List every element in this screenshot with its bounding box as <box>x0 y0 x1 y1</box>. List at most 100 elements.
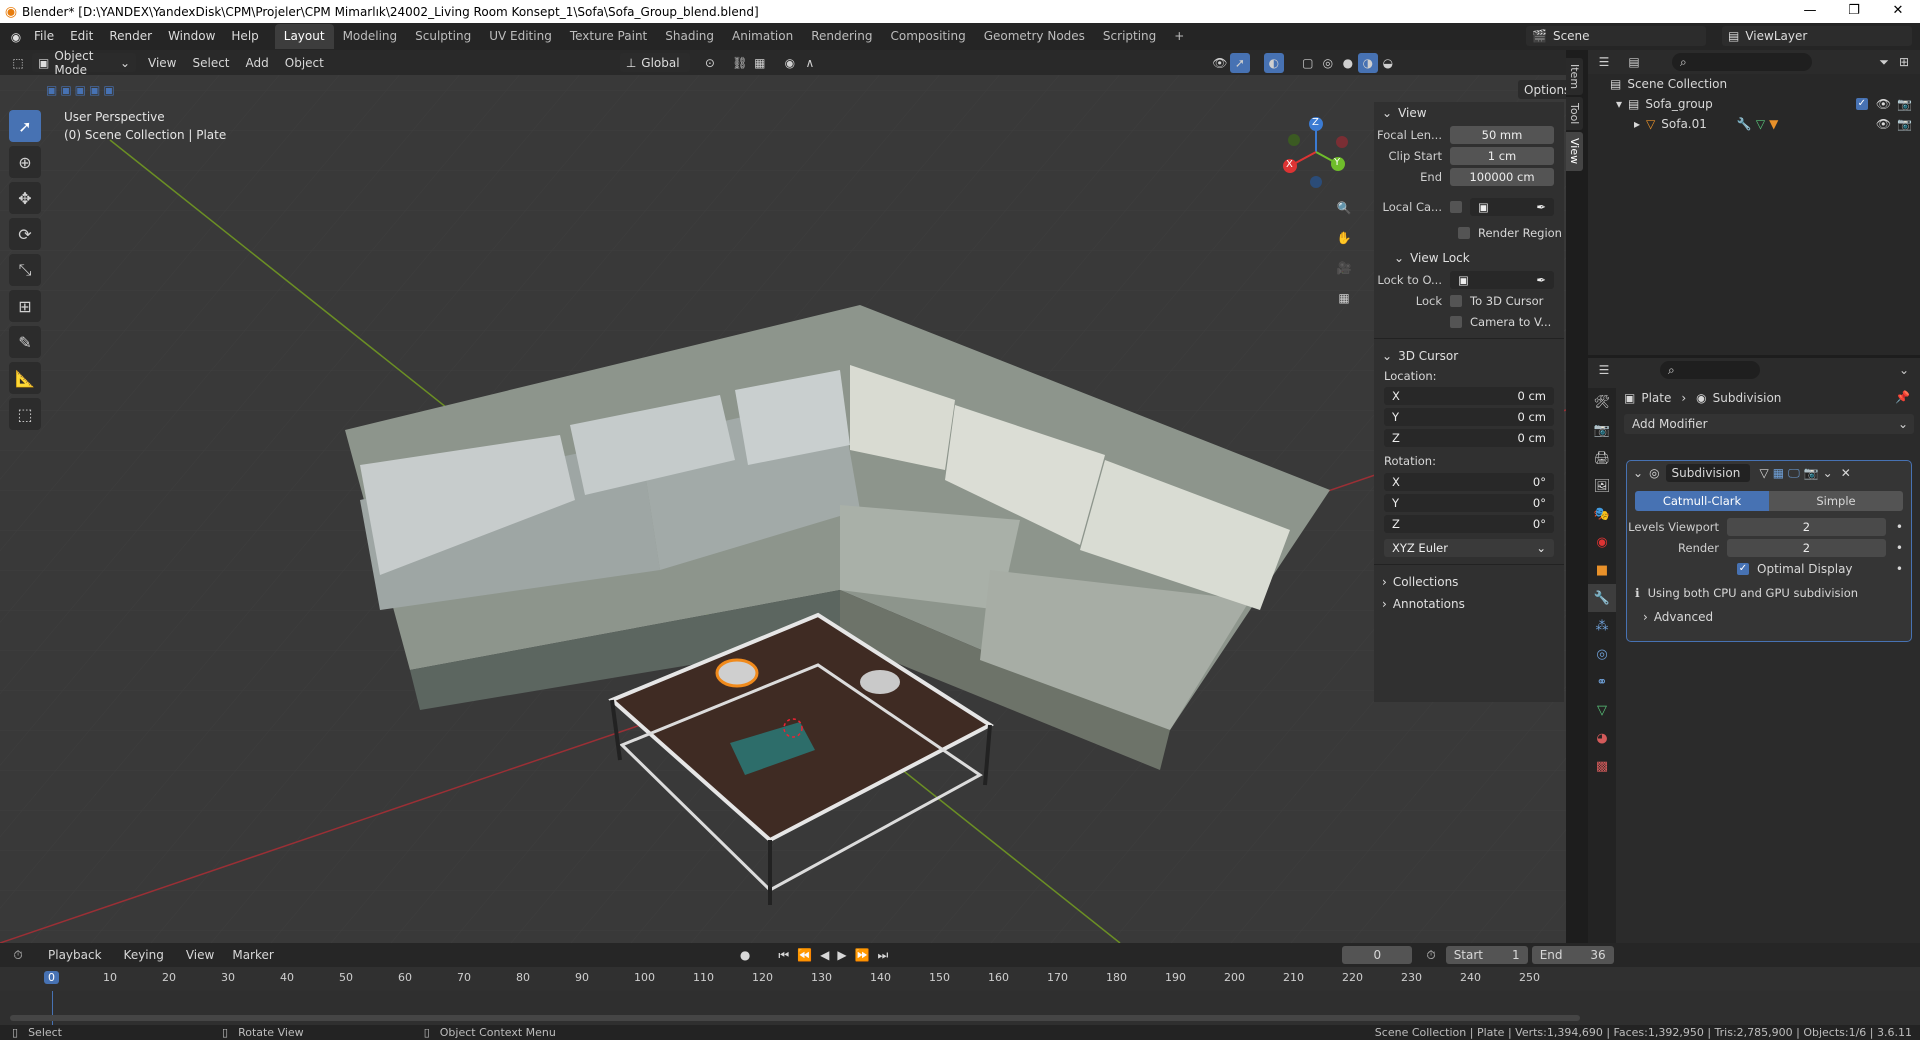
select-box-icon[interactable]: ▣▣▣▣▣ <box>46 80 146 100</box>
view-layer-tab-icon[interactable]: 🖼 <box>1588 472 1616 500</box>
minimize-button[interactable]: — <box>1788 0 1832 23</box>
viewport-toggle-icon[interactable]: 🖵 <box>1788 466 1800 481</box>
collapse-arrow-icon[interactable]: ⌄ <box>1633 466 1643 480</box>
record-icon[interactable]: ● <box>740 948 750 962</box>
menu-help[interactable]: Help <box>223 23 266 50</box>
outliner-search-input[interactable]: ⌕ <box>1672 53 1812 71</box>
outliner-row-sofa-01[interactable]: ▸ ▽ Sofa.01 🔧 ▽ ▼ 👁 📷 <box>1588 114 1920 134</box>
frame-ruler[interactable]: 0 10 20 30 40 50 60 70 80 90 100 110 120 130 140 150 160… <box>0 967 1920 991</box>
gizmo-toggle-icon[interactable]: ➚ <box>1229 52 1250 73</box>
tab-scripting[interactable]: Scripting <box>1094 24 1165 49</box>
render-tab-icon[interactable]: 📷 <box>1588 416 1616 444</box>
lock-to-object-field[interactable]: ▣ ✒ <box>1450 271 1554 289</box>
outliner-editor-icon[interactable]: ☰ <box>1594 52 1614 72</box>
menu-edit[interactable]: Edit <box>62 23 101 50</box>
move-tool-icon[interactable]: ✥ <box>9 182 41 214</box>
menu-file[interactable]: File <box>26 23 62 50</box>
tab-tool[interactable]: Tool <box>1566 97 1583 131</box>
annotations-header[interactable]: › Annotations <box>1374 593 1564 615</box>
tab-geometry-nodes[interactable]: Geometry Nodes <box>975 24 1094 49</box>
modifier-tab-icon[interactable]: 🔧 <box>1588 584 1616 612</box>
clip-end-field[interactable]: 100000 cm <box>1450 168 1554 186</box>
to-3d-cursor-checkbox[interactable] <box>1450 295 1462 307</box>
physics-tab-icon[interactable]: ◎ <box>1588 640 1616 668</box>
rotation-mode-dropdown[interactable]: XYZ Euler ⌄ <box>1384 539 1554 557</box>
3d-cursor-header[interactable]: ⌄ 3D Cursor <box>1374 345 1564 367</box>
jump-start-icon[interactable]: ⏮ <box>778 948 789 963</box>
data-tab-icon[interactable]: ▽ <box>1588 696 1616 724</box>
material-tab-icon[interactable]: ◕ <box>1588 724 1616 752</box>
chevron-down-icon[interactable]: ⌄ <box>1894 360 1914 380</box>
levels-viewport-field[interactable]: 2 <box>1727 518 1886 536</box>
timeline-editor-icon[interactable]: ⏱ <box>8 945 28 965</box>
tab-sculpting[interactable]: Sculpting <box>406 24 480 49</box>
tab-modeling[interactable]: Modeling <box>334 24 407 49</box>
cursor-rot-z-field[interactable]: Z 0° <box>1384 515 1554 533</box>
outliner-row-scene-collection[interactable]: ▤ Scene Collection <box>1588 74 1920 94</box>
snap-target-icon[interactable]: ▦ <box>750 53 770 73</box>
edit-mode-toggle-icon[interactable]: ▽ <box>1760 466 1769 480</box>
scale-tool-icon[interactable]: ⤡ <box>9 254 41 286</box>
animate-dot-icon[interactable]: • <box>1896 541 1903 555</box>
tab-item[interactable]: Item <box>1566 58 1583 96</box>
cursor-loc-z-field[interactable]: Z0 cm <box>1384 429 1554 447</box>
pivot-icon[interactable]: ⊙ <box>700 53 720 73</box>
blender-menu-icon[interactable]: ◉ <box>6 27 26 47</box>
viewport-menu-select[interactable]: Select <box>192 56 229 70</box>
pin-icon[interactable]: 📌 <box>1895 390 1910 404</box>
filter-icon[interactable]: ⏷ <box>1874 52 1894 72</box>
play-icon[interactable]: ▶ <box>837 948 846 962</box>
focal-length-field[interactable]: 50 mm <box>1450 126 1554 144</box>
local-camera-field[interactable]: ▣ ✒ <box>1470 198 1554 216</box>
timeline-view-menu[interactable]: View <box>186 948 214 962</box>
options-button[interactable]: Options <box>1518 80 1566 99</box>
world-tab-icon[interactable]: ◉ <box>1588 528 1616 556</box>
cursor-rot-x-field[interactable]: X 0° <box>1384 473 1554 491</box>
editor-type-icon[interactable]: ⬚ <box>8 53 28 73</box>
cursor-rot-y-field[interactable]: Y 0° <box>1384 494 1554 512</box>
viewport-menu-object[interactable]: Object <box>285 56 324 70</box>
add-modifier-dropdown[interactable]: Add Modifier ⌄ <box>1624 414 1914 434</box>
animate-dot-icon[interactable]: • <box>1896 520 1903 534</box>
camera-to-view-checkbox[interactable] <box>1450 316 1462 328</box>
annotate-tool-icon[interactable]: ✎ <box>9 326 41 358</box>
next-key-icon[interactable]: ⏩ <box>855 948 870 962</box>
render-region-checkbox[interactable] <box>1458 227 1470 239</box>
end-frame-field[interactable]: End 36 <box>1531 946 1614 964</box>
menu-window[interactable]: Window <box>160 23 223 50</box>
render-toggle-icon[interactable]: 📷 <box>1804 466 1819 480</box>
timeline-scrollbar[interactable] <box>10 1015 1580 1021</box>
catmull-clark-button[interactable]: Catmull-Clark <box>1635 491 1769 511</box>
optimal-display-checkbox[interactable]: ✓ <box>1737 563 1749 575</box>
transform-orientation-dropdown[interactable]: ⊥ Global <box>619 53 690 72</box>
jump-end-icon[interactable]: ⏭ <box>878 948 889 963</box>
marker-menu[interactable]: Marker <box>232 948 273 962</box>
viewlayer-selector[interactable]: ▤ ViewLayer <box>1722 26 1912 46</box>
animate-dot-icon[interactable]: • <box>1896 562 1903 576</box>
tab-texture-paint[interactable]: Texture Paint <box>561 24 656 49</box>
view-section-header[interactable]: ⌄ View <box>1374 102 1564 124</box>
object-tab-icon[interactable]: ■ <box>1588 556 1616 584</box>
tab-layout[interactable]: Layout <box>274 24 334 49</box>
simple-button[interactable]: Simple <box>1769 491 1903 511</box>
expand-arrow-icon[interactable]: ▾ <box>1616 97 1622 111</box>
tab-animation[interactable]: Animation <box>723 24 802 49</box>
cursor-tool-icon[interactable]: ⊕ <box>9 146 41 178</box>
tab-shading[interactable]: Shading <box>656 24 723 49</box>
add-cube-tool-icon[interactable]: ⬚ <box>9 398 41 430</box>
collections-header[interactable]: › Collections <box>1374 571 1564 593</box>
render-levels-field[interactable]: 2 <box>1727 539 1886 557</box>
view-lock-header[interactable]: ⌄ View Lock <box>1374 247 1564 269</box>
cage-toggle-icon[interactable]: ▦ <box>1773 466 1784 480</box>
transform-tool-icon[interactable]: ⊞ <box>9 290 41 322</box>
outliner-row-sofa-group[interactable]: ▾ ▤ Sofa_group ✓ 👁 📷 <box>1588 94 1920 114</box>
properties-editor-icon[interactable]: ☰ <box>1594 360 1614 380</box>
tool-tab-icon[interactable]: 🛠 <box>1588 388 1616 416</box>
shading-material-icon[interactable]: ◑ <box>1357 52 1378 73</box>
ortho-grid-icon[interactable]: ▦ <box>1334 288 1354 308</box>
playback-menu[interactable]: Playback <box>48 948 102 962</box>
shading-rendered-icon[interactable]: ◒ <box>1378 53 1398 73</box>
navigation-gizmo[interactable]: Z X Y <box>1278 114 1354 190</box>
eye-icon[interactable]: 👁 <box>1876 97 1891 111</box>
cursor-loc-x-field[interactable]: X0 cm <box>1384 387 1554 405</box>
